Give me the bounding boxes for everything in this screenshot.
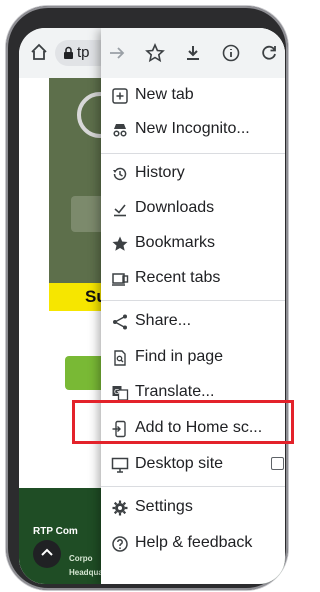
menu-item-label: Desktop site: [135, 455, 224, 472]
share-icon: [113, 314, 127, 330]
menu-item-label: Share...: [135, 312, 192, 329]
gear-icon: [112, 500, 128, 516]
menu-item-settings[interactable]: Settings: [101, 491, 285, 525]
menu-item-find-in-page[interactable]: Find in page: [101, 341, 285, 375]
bookmark-star-icon[interactable]: [145, 42, 165, 63]
home-icon[interactable]: [29, 42, 49, 62]
forward-icon[interactable]: [107, 43, 127, 63]
lock-icon: [64, 46, 73, 59]
incognito-icon: [113, 124, 127, 137]
chevron-up-icon: [41, 548, 53, 556]
menu-item-label: Settings: [135, 498, 193, 515]
menu-item-new-incognito[interactable]: New Incognito...: [101, 113, 285, 147]
menu-item-new-tab[interactable]: New tab: [101, 79, 285, 113]
menu-item-label: History: [135, 164, 185, 181]
desktop-icon: [111, 457, 129, 473]
menu-item-label: Translate...: [135, 383, 215, 400]
menu-item-label: Help & feedback: [135, 534, 253, 551]
plus-box-icon: [112, 88, 128, 104]
menu-divider: [101, 486, 285, 487]
menu-item-downloads[interactable]: Downloads: [101, 192, 285, 226]
menu-item-help-feedback[interactable]: Help & feedback: [101, 527, 285, 561]
refresh-icon[interactable]: [259, 43, 279, 63]
desktop-site-checkbox[interactable]: [271, 457, 284, 470]
menu-item-history[interactable]: History: [101, 157, 285, 191]
screen: Su RTP Com Corpo Headquarters tp New tab…: [19, 28, 285, 584]
downloads-icon: [114, 204, 126, 217]
recent-tabs-icon: [112, 273, 129, 286]
menu-item-bookmarks[interactable]: Bookmarks: [101, 227, 285, 261]
menu-divider: [101, 300, 285, 301]
menu-divider: [101, 153, 285, 154]
menu-item-label: Find in page: [135, 348, 224, 365]
find-icon: [114, 350, 126, 366]
menu-item-share[interactable]: Share...: [101, 305, 285, 339]
phone-frame: Su RTP Com Corpo Headquarters tp New tab…: [6, 6, 288, 590]
help-icon: [112, 536, 128, 552]
menu-item-label: Bookmarks: [135, 234, 216, 251]
footer-company: RTP Com: [33, 526, 78, 537]
info-icon[interactable]: [221, 43, 241, 63]
history-icon: [113, 167, 127, 181]
svg-text:G: G: [114, 388, 119, 396]
url-text: tp: [77, 44, 90, 61]
footer-corp: Corpo: [69, 554, 93, 563]
download-icon[interactable]: [183, 43, 203, 63]
scroll-top-button[interactable]: [33, 540, 61, 568]
highlight-box: [72, 400, 294, 444]
overflow-menu: New tab New Incognito... History Downloa…: [101, 28, 285, 584]
menu-item-label: New tab: [135, 86, 194, 103]
menu-item-label: New Incognito...: [135, 120, 250, 137]
menu-item-recent-tabs[interactable]: Recent tabs: [101, 262, 285, 296]
star-icon: [112, 236, 128, 251]
menu-toolbar: [101, 28, 285, 78]
menu-item-label: Downloads: [135, 199, 215, 216]
menu-item-desktop-site[interactable]: Desktop site: [101, 448, 285, 482]
menu-item-label: Recent tabs: [135, 269, 221, 286]
